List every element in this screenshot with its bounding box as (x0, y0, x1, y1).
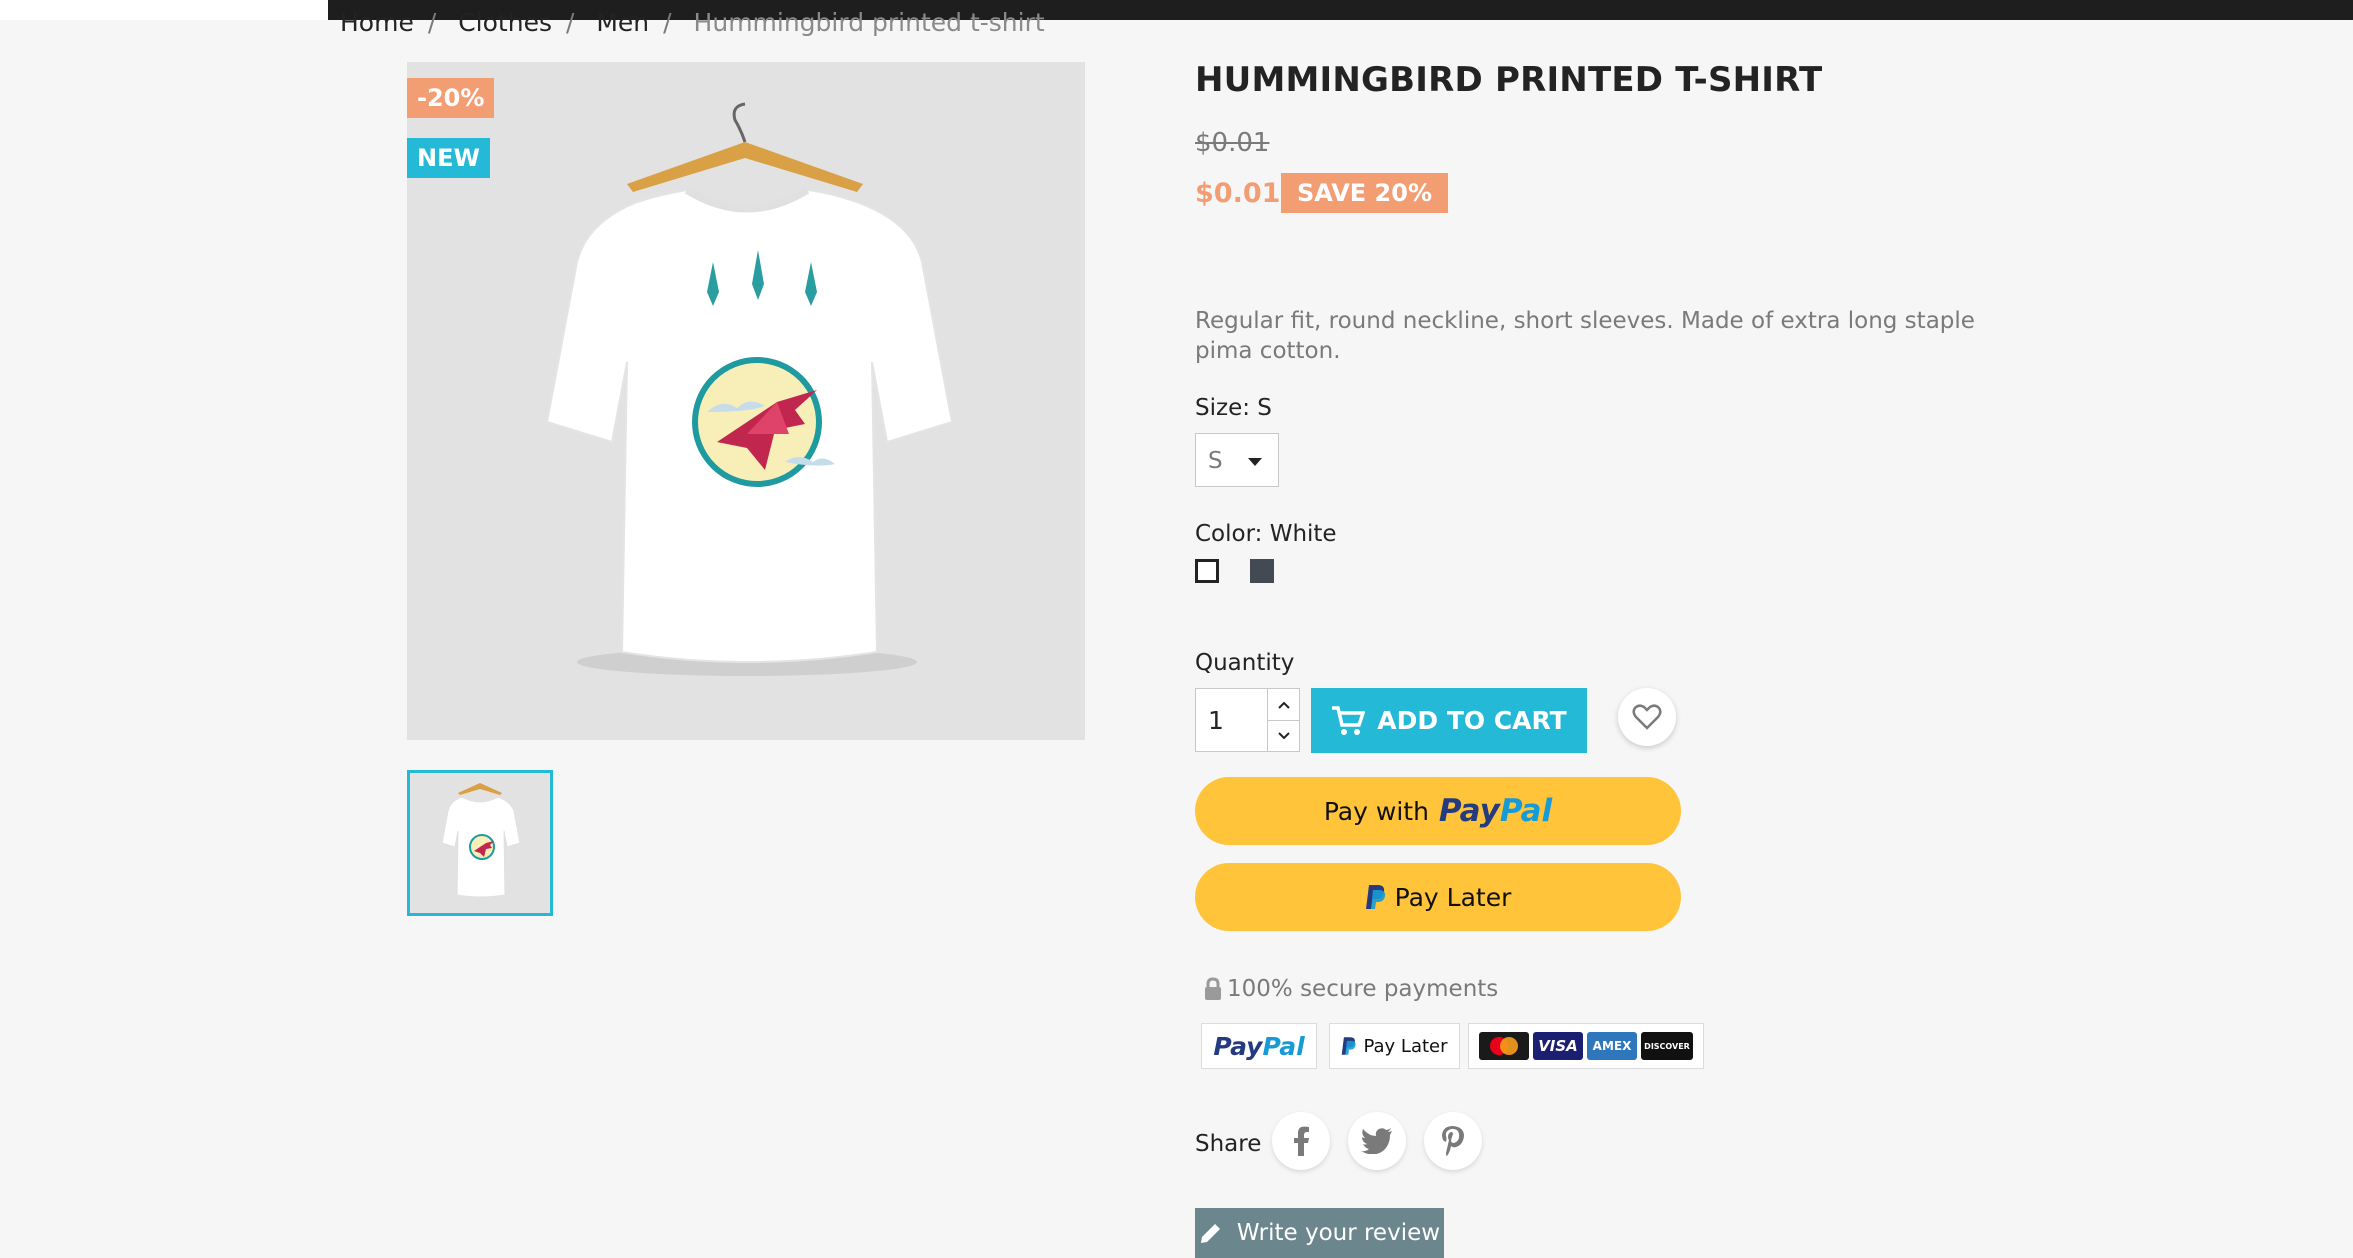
color-swatch-white[interactable] (1195, 559, 1219, 583)
lock-icon (1205, 977, 1221, 1000)
breadcrumb-separator: / (663, 8, 672, 37)
write-review-button[interactable]: Write your review (1195, 1208, 1444, 1258)
paypal-button-text: Pay with (1323, 796, 1429, 826)
paylater-small-text: Pay Later (1363, 1035, 1448, 1057)
caret-down-icon (1248, 458, 1262, 466)
tshirt-illustration (545, 102, 954, 676)
product-description: Regular fit, round neckline, short sleev… (1195, 308, 1975, 364)
chevron-up-icon (1277, 701, 1290, 709)
breadcrumb: Home / Clothes / Men / Hummingbird printed … (340, 8, 1059, 37)
product-main-image[interactable]: -20% NEW (407, 62, 1085, 740)
pay-later-text: Pay Later (1394, 882, 1512, 912)
share-twitter-button[interactable] (1348, 1112, 1406, 1170)
chevron-down-icon (1277, 731, 1290, 739)
paypal-button[interactable]: Pay with PayPal (1195, 777, 1681, 845)
heart-icon (1632, 704, 1662, 730)
size-select[interactable]: S (1195, 433, 1279, 487)
mastercard-circles-icon (1490, 1037, 1518, 1055)
share-label: Share (1195, 1131, 1262, 1157)
paypal-mark-icon (1342, 1037, 1357, 1055)
quantity-label: Quantity (1195, 650, 1295, 676)
wishlist-button[interactable] (1618, 688, 1676, 746)
breadcrumb-home[interactable]: Home (340, 8, 414, 37)
breadcrumb-separator: / (427, 8, 437, 37)
tshirt-thumbnail-illustration (441, 783, 521, 898)
discover-logo: DISCOVER (1641, 1032, 1693, 1060)
breadcrumb-separator: / (565, 8, 575, 37)
quantity-decrease-button[interactable] (1268, 720, 1299, 751)
twitter-icon (1361, 1128, 1392, 1154)
paypal-logo: PayPal (1438, 793, 1553, 829)
quantity-input[interactable]: 1 (1195, 688, 1271, 752)
breadcrumb-current: Hummingbird printed t-shirt (693, 8, 1045, 37)
add-to-cart-button[interactable]: ADD TO CART (1311, 688, 1587, 753)
quantity-stepper (1267, 688, 1300, 752)
paypal-logo: PayPal (1213, 1031, 1305, 1061)
mastercard-logo (1479, 1032, 1529, 1060)
quantity-value: 1 (1208, 706, 1224, 735)
amex-logo: AMEX (1587, 1032, 1637, 1060)
share-pinterest-button[interactable] (1424, 1112, 1482, 1170)
color-swatch-dark-gray[interactable] (1250, 559, 1274, 583)
share-facebook-button[interactable] (1272, 1112, 1330, 1170)
pencil-icon (1200, 1224, 1220, 1243)
shopping-cart-icon (1332, 705, 1366, 735)
size-select-value: S (1208, 448, 1223, 474)
current-price: $0.01 (1195, 178, 1281, 209)
payment-method-cards: VISA AMEX DISCOVER (1468, 1023, 1704, 1069)
product-thumbnail[interactable] (407, 770, 553, 916)
add-to-cart-label: ADD TO CART (1377, 706, 1567, 735)
paypal-pay-later-button[interactable]: Pay Later (1195, 863, 1681, 931)
payment-method-paylater: Pay Later (1329, 1023, 1460, 1069)
paypal-mark-icon (1365, 885, 1385, 909)
new-flag: NEW (407, 138, 490, 178)
facebook-icon (1294, 1126, 1309, 1156)
color-label: Color: White (1195, 521, 1337, 547)
pinterest-icon (1442, 1126, 1464, 1156)
write-review-label: Write your review (1236, 1220, 1441, 1246)
breadcrumb-men[interactable]: Men (596, 8, 649, 37)
size-label: Size: S (1195, 395, 1272, 421)
regular-price: $0.01 (1195, 128, 1270, 158)
quantity-increase-button[interactable] (1268, 689, 1299, 721)
payment-method-paypal: PayPal (1201, 1023, 1317, 1069)
visa-logo: VISA (1533, 1032, 1583, 1060)
discount-flag: -20% (407, 78, 495, 118)
secure-payments-text: 100% secure payments (1227, 976, 1499, 1002)
breadcrumb-clothes[interactable]: Clothes (458, 8, 552, 37)
save-badge: SAVE 20% (1281, 173, 1448, 213)
secure-payments: 100% secure payments (1203, 976, 1498, 1002)
product-title: HUMMINGBIRD PRINTED T-SHIRT (1195, 60, 1823, 100)
